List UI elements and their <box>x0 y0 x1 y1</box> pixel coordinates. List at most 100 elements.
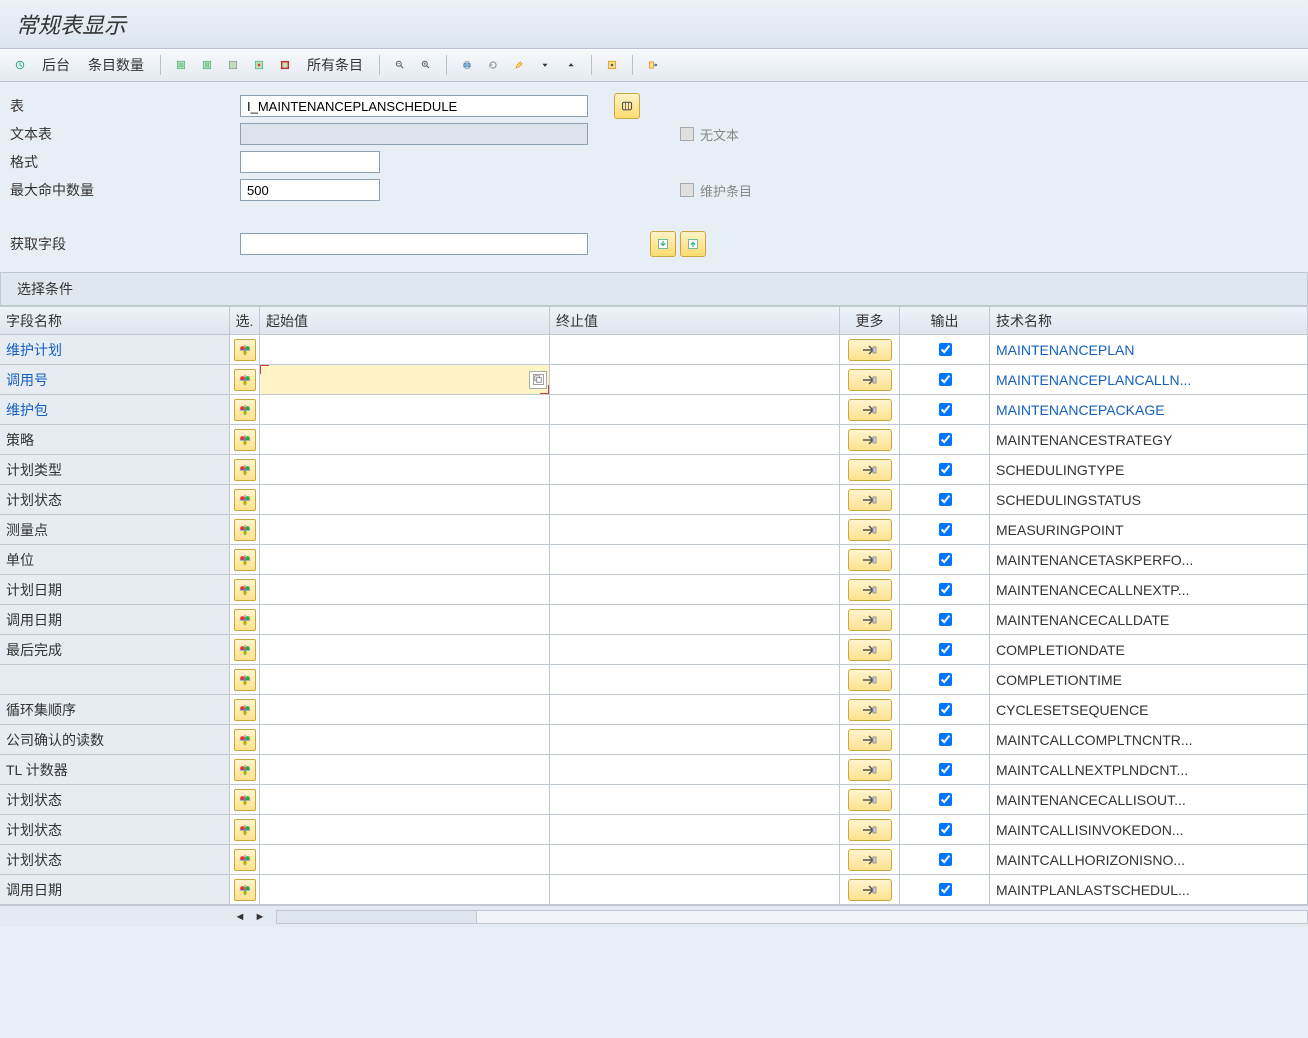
select-option-icon[interactable] <box>234 429 256 451</box>
field-name-cell[interactable]: 调用号 <box>0 365 230 394</box>
select-option-icon[interactable] <box>234 669 256 691</box>
select-option-cell[interactable] <box>230 575 260 604</box>
output-checkbox[interactable] <box>939 373 952 386</box>
output-checkbox[interactable] <box>939 793 952 806</box>
entry-count-button[interactable]: 条目数量 <box>80 53 152 77</box>
output-checkbox[interactable] <box>939 673 952 686</box>
tool-icon-2[interactable] <box>195 54 219 76</box>
select-option-cell[interactable] <box>230 815 260 844</box>
from-value-cell[interactable] <box>260 395 550 424</box>
more-options-button[interactable] <box>848 669 892 691</box>
from-value-cell[interactable] <box>260 665 550 694</box>
select-option-icon[interactable] <box>234 699 256 721</box>
select-option-cell[interactable] <box>230 665 260 694</box>
more-options-button[interactable] <box>848 789 892 811</box>
output-checkbox[interactable] <box>939 703 952 716</box>
to-value-cell[interactable] <box>550 395 840 424</box>
col-header-to[interactable]: 终止值 <box>550 307 840 334</box>
sort-desc-icon[interactable] <box>533 54 557 76</box>
to-value-cell[interactable] <box>550 725 840 754</box>
zoom-out-icon[interactable] <box>388 54 412 76</box>
output-checkbox[interactable] <box>939 433 952 446</box>
highlight-icon[interactable] <box>507 54 531 76</box>
output-checkbox[interactable] <box>939 553 952 566</box>
col-header-more[interactable]: 更多 <box>840 307 900 334</box>
select-option-icon[interactable] <box>234 819 256 841</box>
select-option-cell[interactable] <box>230 845 260 874</box>
export-button[interactable] <box>680 231 706 257</box>
to-value-cell[interactable] <box>550 785 840 814</box>
execute-button[interactable] <box>8 54 32 76</box>
select-option-icon[interactable] <box>234 579 256 601</box>
more-options-button[interactable] <box>848 729 892 751</box>
select-option-icon[interactable] <box>234 339 256 361</box>
more-options-button[interactable] <box>848 429 892 451</box>
from-value-cell[interactable] <box>260 785 550 814</box>
max-hits-input[interactable] <box>240 179 380 201</box>
scroll-left-icon[interactable]: ◄ <box>232 909 248 925</box>
select-option-icon[interactable] <box>234 849 256 871</box>
select-option-icon[interactable] <box>234 489 256 511</box>
from-value-cell[interactable] <box>260 635 550 664</box>
col-header-out[interactable]: 输出 <box>900 307 990 334</box>
more-options-button[interactable] <box>848 849 892 871</box>
import-button[interactable] <box>650 231 676 257</box>
output-checkbox[interactable] <box>939 343 952 356</box>
more-options-button[interactable] <box>848 759 892 781</box>
from-value-cell[interactable] <box>260 335 550 364</box>
from-value-cell[interactable] <box>260 515 550 544</box>
to-value-cell[interactable] <box>550 665 840 694</box>
select-option-icon[interactable] <box>234 549 256 571</box>
to-value-cell[interactable] <box>550 695 840 724</box>
from-value-cell[interactable] <box>260 545 550 574</box>
output-checkbox[interactable] <box>939 523 952 536</box>
more-options-button[interactable] <box>848 519 892 541</box>
select-option-cell[interactable] <box>230 875 260 904</box>
to-value-cell[interactable] <box>550 605 840 634</box>
select-option-icon[interactable] <box>234 639 256 661</box>
scroll-track[interactable] <box>276 910 1308 924</box>
select-option-cell[interactable] <box>230 545 260 574</box>
select-option-cell[interactable] <box>230 695 260 724</box>
to-value-cell[interactable] <box>550 815 840 844</box>
to-value-cell[interactable] <box>550 455 840 484</box>
table-search-button[interactable] <box>614 93 640 119</box>
output-checkbox[interactable] <box>939 583 952 596</box>
output-checkbox[interactable] <box>939 493 952 506</box>
select-option-cell[interactable] <box>230 365 260 394</box>
more-options-button[interactable] <box>848 399 892 421</box>
from-value-cell[interactable] <box>260 365 550 394</box>
from-value-cell[interactable] <box>260 485 550 514</box>
sort-asc-icon[interactable] <box>559 54 583 76</box>
to-value-cell[interactable] <box>550 425 840 454</box>
horizontal-scrollbar[interactable]: ◄ ► <box>0 905 1308 927</box>
to-value-cell[interactable] <box>550 545 840 574</box>
select-option-cell[interactable] <box>230 425 260 454</box>
tool-icon-5[interactable] <box>273 54 297 76</box>
to-value-cell[interactable] <box>550 875 840 904</box>
from-value-cell[interactable] <box>260 575 550 604</box>
from-value-cell[interactable] <box>260 425 550 454</box>
output-checkbox[interactable] <box>939 853 952 866</box>
more-options-button[interactable] <box>848 819 892 841</box>
select-option-icon[interactable] <box>234 609 256 631</box>
tool-icon-3[interactable] <box>221 54 245 76</box>
select-option-cell[interactable] <box>230 605 260 634</box>
to-value-cell[interactable] <box>550 635 840 664</box>
from-value-cell[interactable] <box>260 605 550 634</box>
output-checkbox[interactable] <box>939 763 952 776</box>
select-option-icon[interactable] <box>234 729 256 751</box>
more-options-button[interactable] <box>848 369 892 391</box>
to-value-cell[interactable] <box>550 755 840 784</box>
tech-name-cell[interactable]: MAINTENANCEPLANCALLN... <box>990 365 1308 394</box>
to-value-cell[interactable] <box>550 335 840 364</box>
from-value-cell[interactable] <box>260 725 550 754</box>
tech-name-cell[interactable]: MAINTENANCEPLAN <box>990 335 1308 364</box>
background-button[interactable]: 后台 <box>34 53 78 77</box>
select-option-icon[interactable] <box>234 879 256 901</box>
output-checkbox[interactable] <box>939 403 952 416</box>
more-options-button[interactable] <box>848 339 892 361</box>
select-option-icon[interactable] <box>234 759 256 781</box>
select-option-cell[interactable] <box>230 335 260 364</box>
to-value-cell[interactable] <box>550 515 840 544</box>
